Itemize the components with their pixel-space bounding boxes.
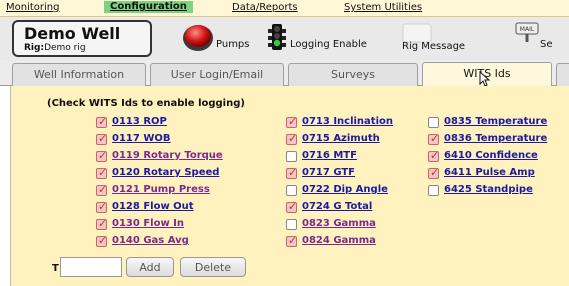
wits-checkbox[interactable] — [286, 219, 297, 230]
wits-checkbox[interactable] — [286, 234, 297, 247]
wits-checkbox[interactable] — [96, 200, 107, 213]
wits-checkbox[interactable] — [286, 166, 297, 179]
settings-button[interactable]: MAIL Se — [510, 21, 569, 55]
add-button[interactable]: Add — [126, 257, 174, 277]
wits-checkbox[interactable] — [428, 185, 439, 196]
wits-checkbox[interactable] — [286, 151, 297, 162]
well-title: Demo Well — [24, 24, 121, 43]
wits-checkbox[interactable] — [96, 234, 107, 247]
rig-prefix: Rig: — [24, 43, 45, 53]
pumps-label: Pumps — [216, 39, 250, 50]
logging-enable-label: Logging Enable — [290, 39, 367, 50]
menu-data-reports[interactable]: Data/Reports — [232, 2, 298, 13]
wits-link[interactable]: 6410 Confidence — [444, 150, 538, 161]
delete-button[interactable]: Delete — [180, 257, 246, 277]
traffic-light-icon — [268, 24, 286, 50]
menu-monitoring[interactable]: Monitoring — [6, 2, 59, 13]
t-label: T — [52, 263, 59, 274]
wits-link[interactable]: 0117 WOB — [112, 133, 170, 144]
rig-message-label: Rig Message — [402, 41, 466, 52]
wits-link[interactable]: 0119 Rotary Torque — [112, 150, 223, 161]
rig-name: Demo rig — [44, 43, 86, 53]
mail-sign-icon: MAIL — [515, 22, 539, 42]
rig-info: Rig:Demo rig — [24, 43, 86, 53]
logging-enable-button[interactable]: Logging Enable — [262, 21, 372, 55]
wits-link[interactable]: 0824 Gamma — [302, 235, 376, 246]
wits-checkbox[interactable] — [286, 185, 297, 196]
tab-surveys[interactable]: Surveys — [288, 63, 418, 86]
wits-link[interactable]: 0836 Temperature — [444, 133, 547, 144]
svg-text:MAIL: MAIL — [520, 26, 535, 33]
pumps-button[interactable]: Pumps — [180, 21, 258, 55]
wits-link[interactable]: 0835 Temperature — [444, 116, 547, 127]
wits-checkbox[interactable] — [428, 149, 439, 162]
wits-checkbox[interactable] — [428, 132, 439, 145]
wits-link[interactable]: 0120 Rotary Speed — [112, 167, 219, 178]
wits-checkbox[interactable] — [96, 149, 107, 162]
wits-link[interactable]: 0121 Pump Press — [112, 184, 210, 195]
wits-link[interactable]: 6411 Pulse Amp — [444, 167, 535, 178]
wits-link[interactable]: 0130 Flow In — [112, 218, 184, 229]
wits-checkbox[interactable] — [286, 132, 297, 145]
wits-checkbox[interactable] — [428, 166, 439, 179]
menu-configuration[interactable]: Configuration — [104, 1, 193, 13]
wits-checkbox[interactable] — [428, 117, 439, 128]
tab-bar: Well Information User Login/Email Survey… — [0, 60, 569, 87]
wits-checkbox[interactable] — [286, 115, 297, 128]
wits-id-input[interactable] — [60, 257, 122, 277]
settings-label: Se — [540, 39, 553, 50]
wits-link[interactable]: 0823 Gamma — [302, 218, 376, 229]
wits-link[interactable]: 6425 Standpipe — [444, 184, 533, 195]
wits-checkbox[interactable] — [286, 200, 297, 213]
tab-user-login-email[interactable]: User Login/Email — [150, 63, 284, 86]
wits-checkbox[interactable] — [96, 183, 107, 196]
wits-checkbox[interactable] — [96, 115, 107, 128]
message-icon — [402, 23, 432, 43]
wits-link[interactable]: 0128 Flow Out — [112, 201, 194, 212]
wits-link[interactable]: 0713 Inclination — [302, 116, 393, 127]
wits-link[interactable]: 0722 Dip Angle — [302, 184, 388, 195]
red-stop-button-icon — [183, 25, 213, 51]
wits-checkbox[interactable] — [96, 166, 107, 179]
top-menu-bar: Monitoring Configuration Data/Reports Sy… — [0, 0, 569, 17]
tab-well-information[interactable]: Well Information — [12, 63, 146, 86]
wits-link[interactable]: 0724 G Total — [302, 201, 372, 212]
wits-link[interactable]: 0716 MTF — [302, 150, 357, 161]
wits-link[interactable]: 0140 Gas Avg — [112, 235, 189, 246]
wits-checkbox[interactable] — [96, 217, 107, 230]
rig-message-button[interactable]: Rig Message — [400, 21, 484, 55]
wits-link[interactable]: 0113 ROP — [112, 116, 167, 127]
tab-next[interactable] — [556, 63, 569, 86]
wits-link[interactable]: 0717 GTF — [302, 167, 355, 178]
wits-heading: (Check WITS Ids to enable logging) — [47, 98, 245, 109]
well-title-box: Demo Well Rig:Demo rig — [12, 20, 152, 57]
cursor-arrow-icon — [479, 71, 491, 87]
header-toolbar: Demo Well Rig:Demo rig Pumps Logging Ena… — [0, 17, 569, 60]
wits-link[interactable]: 0715 Azimuth — [302, 133, 380, 144]
wits-checkbox[interactable] — [96, 132, 107, 145]
menu-system-utilities[interactable]: System Utilities — [344, 2, 422, 13]
